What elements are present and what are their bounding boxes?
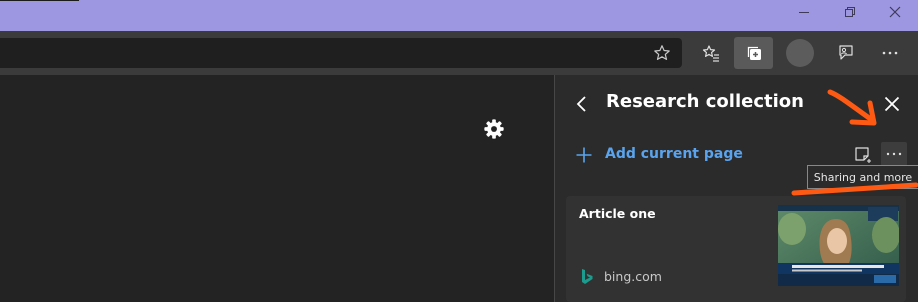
note-icon xyxy=(855,147,871,163)
chevron-left-icon xyxy=(576,96,586,112)
star-icon xyxy=(654,45,670,60)
feedback-button[interactable] xyxy=(832,41,858,65)
add-icon[interactable] xyxy=(574,145,594,165)
collections-button[interactable] xyxy=(734,37,773,69)
collections-icon xyxy=(747,46,761,60)
article-title: Article one xyxy=(579,206,656,221)
address-bar[interactable] xyxy=(0,38,682,68)
minimize-icon xyxy=(799,12,809,13)
favorites-list-icon xyxy=(702,45,719,62)
page-content xyxy=(0,75,554,302)
restore-icon xyxy=(845,7,855,17)
gear-icon xyxy=(484,119,504,139)
article-source: bing.com xyxy=(604,269,662,284)
annotation-arrow-icon xyxy=(827,89,877,126)
favorites-button[interactable] xyxy=(697,40,725,66)
close-panel-button[interactable] xyxy=(880,92,904,116)
close-window-button[interactable] xyxy=(872,0,918,24)
sharing-and-more-button[interactable] xyxy=(881,142,907,166)
close-icon xyxy=(889,6,901,18)
add-note-button[interactable] xyxy=(851,144,875,166)
more-horizontal-icon xyxy=(886,152,902,156)
restore-button[interactable] xyxy=(827,0,873,24)
add-current-page-button[interactable]: Add current page xyxy=(605,146,743,162)
settings-and-more-button[interactable] xyxy=(877,41,903,65)
more-horizontal-icon xyxy=(882,51,898,55)
article-thumbnail xyxy=(778,205,899,286)
active-tab-indicator xyxy=(0,0,79,1)
bing-logo-icon xyxy=(579,268,595,286)
profile-avatar[interactable] xyxy=(786,39,814,67)
add-favorite-button[interactable] xyxy=(650,42,674,64)
annotation-underline xyxy=(791,182,918,196)
page-settings-button[interactable] xyxy=(480,115,508,143)
feedback-icon xyxy=(839,45,853,60)
minimize-button[interactable] xyxy=(781,0,827,24)
close-icon xyxy=(884,96,900,112)
back-button[interactable] xyxy=(570,91,594,117)
collection-title[interactable]: Research collection xyxy=(606,91,804,112)
